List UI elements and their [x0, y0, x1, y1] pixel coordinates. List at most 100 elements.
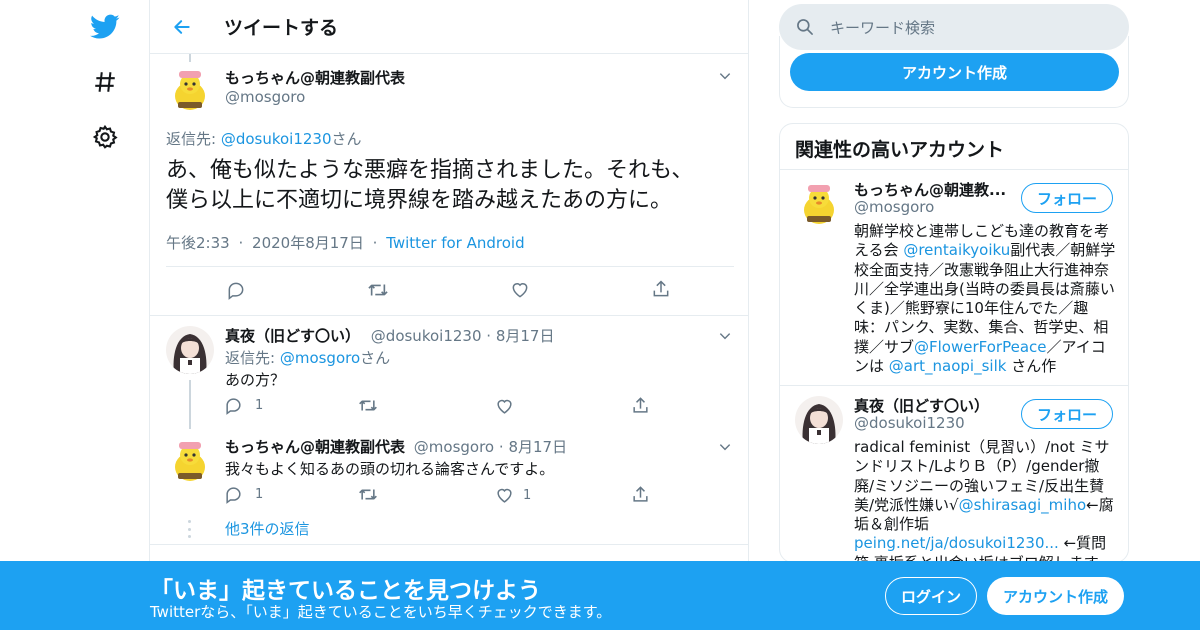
- bio-link[interactable]: @art_naopi_silk: [889, 357, 1007, 375]
- retweet-button[interactable]: [358, 485, 378, 504]
- twitter-bird-icon[interactable]: [86, 8, 124, 46]
- reply-tweet[interactable]: 真夜（旧どす〇い） @dosukoi1230 · 8月17日 返信先: @mos…: [150, 316, 748, 429]
- tweet-text: あ、俺も似たような悪癖を指摘されました。それも、 僕ら以上に不適切に境界線を踏み…: [166, 156, 736, 216]
- author-handle[interactable]: @mosgoro: [414, 438, 494, 456]
- banner-subtitle: Twitterなら、「いま」起きていることをいち早くチェックできます。: [150, 603, 612, 621]
- reply-icon: [226, 398, 241, 415]
- tweet-date[interactable]: 8月17日: [508, 438, 567, 456]
- reply-to-link[interactable]: @dosukoi1230: [221, 130, 332, 148]
- account-handle[interactable]: @mosgoro: [854, 198, 934, 216]
- retweet-icon: [359, 400, 377, 411]
- divider: [166, 266, 734, 267]
- chevron-down-icon[interactable]: [715, 66, 735, 86]
- login-button[interactable]: ログイン: [885, 577, 977, 615]
- account-name[interactable]: もっちゃん@朝連教...: [854, 179, 1006, 200]
- show-more-replies-link[interactable]: 他3件の返信: [225, 518, 310, 539]
- left-nav: [0, 0, 150, 630]
- reply-count: 1: [255, 487, 264, 502]
- tweet-text-line: あ、俺も似たような悪癖を指摘されました。それも、: [166, 158, 694, 183]
- author-handle[interactable]: @dosukoi1230: [371, 327, 482, 345]
- bio-link[interactable]: @shirasagi_miho: [959, 496, 1087, 514]
- reply-tweet[interactable]: もっちゃん@朝連教副代表 @mosgoro · 8月17日 我々もよく知るあの頭…: [150, 429, 748, 519]
- heart-icon: [497, 488, 512, 503]
- tweet-date[interactable]: 8月17日: [496, 327, 555, 345]
- avatar[interactable]: [795, 396, 843, 444]
- tweet-text: 我々もよく知るあの頭の切れる論客さんですよ。: [225, 460, 555, 478]
- share-button[interactable]: [631, 485, 650, 504]
- tweet-actions: [150, 276, 748, 306]
- bio-link[interactable]: @FlowerForPeace: [914, 338, 1046, 356]
- meta-separator: ·: [486, 327, 492, 345]
- like-count: 1: [523, 488, 532, 503]
- chevron-down-icon[interactable]: [715, 326, 735, 346]
- tweet-date[interactable]: 2020年8月17日: [252, 234, 364, 252]
- reply-to-suffix: さん: [360, 349, 391, 367]
- reply-icon: [226, 487, 241, 504]
- follow-button[interactable]: フォロー: [1021, 399, 1113, 429]
- tweet-text-line: 僕ら以上に不適切に境界線を踏み越えたあの方に。: [166, 188, 673, 213]
- retweet-button[interactable]: [367, 280, 389, 300]
- signup-banner: 「いま」起きていることを見つけよう Twitterなら、「いま」起きていることを…: [0, 561, 1200, 630]
- share-icon: [653, 280, 669, 297]
- account-handle[interactable]: @dosukoi1230: [854, 414, 965, 432]
- reply-header: もっちゃん@朝連教副代表 @mosgoro · 8月17日: [225, 436, 567, 457]
- bio-link[interactable]: @rentaikyoiku: [903, 241, 1010, 259]
- account-bio: 朝鮮学校と連帯しこども達の教育を考える会 @rentaikyoiku副代表／朝鮮…: [854, 222, 1116, 376]
- reply-to-link[interactable]: @mosgoro: [280, 349, 360, 367]
- account-name[interactable]: 真夜（旧どす〇い）: [854, 395, 989, 416]
- reply-to: 返信先: @dosukoi1230さん: [166, 128, 362, 149]
- like-button[interactable]: 1: [495, 486, 531, 505]
- share-icon: [633, 397, 648, 413]
- author-name[interactable]: もっちゃん@朝連教副代表: [225, 438, 405, 456]
- bio-text: さん作: [1006, 357, 1057, 376]
- reply-to: 返信先: @mosgoroさん: [225, 347, 390, 368]
- gear-icon[interactable]: [86, 118, 124, 156]
- page-title: ツイートする: [224, 17, 339, 39]
- avatar[interactable]: [166, 437, 214, 485]
- divider: [150, 544, 748, 545]
- reply-button[interactable]: 1: [224, 396, 263, 415]
- author-name[interactable]: もっちゃん@朝連教副代表: [225, 67, 405, 88]
- banner-title: 「いま」起きていることを見つけよう: [150, 578, 541, 604]
- like-button[interactable]: [495, 397, 514, 416]
- banner-signup-button[interactable]: アカウント作成: [987, 577, 1124, 615]
- reply-icon: [228, 282, 244, 300]
- back-button[interactable]: [164, 9, 200, 45]
- search-placeholder: キーワード検索: [830, 19, 936, 37]
- follow-button[interactable]: フォロー: [1021, 183, 1113, 213]
- related-accounts-card: 関連性の高いアカウント もっちゃん@朝連教... @mosgoro フォロー 朝…: [779, 123, 1129, 563]
- heart-icon: [497, 399, 512, 414]
- search-icon: [797, 19, 813, 35]
- reply-button[interactable]: [226, 280, 246, 300]
- page-header: ツイートする: [150, 0, 748, 54]
- meta-separator: ·: [372, 234, 378, 252]
- account-bio: radical feminist（見習い）/not ミサンドリスト/LよりＢ（P…: [854, 438, 1116, 562]
- hashtag-icon[interactable]: [86, 63, 124, 101]
- search-input[interactable]: キーワード検索: [779, 4, 1129, 50]
- like-button[interactable]: [510, 280, 530, 300]
- reply-to-label: 返信先:: [166, 130, 221, 148]
- meta-separator: ·: [498, 438, 504, 456]
- avatar[interactable]: [795, 180, 843, 228]
- retweet-icon: [359, 489, 377, 500]
- share-button[interactable]: [651, 279, 671, 299]
- tweet-time[interactable]: 午後2:33: [166, 234, 230, 252]
- share-button[interactable]: [631, 396, 650, 415]
- arrow-left-icon: [174, 19, 190, 34]
- create-account-button[interactable]: アカウント作成: [790, 53, 1119, 91]
- tweet-source[interactable]: Twitter for Android: [386, 234, 524, 252]
- reply-to-suffix: さん: [331, 130, 362, 148]
- reply-to-label: 返信先:: [225, 349, 280, 367]
- avatar[interactable]: [166, 326, 214, 374]
- tweet-text: あの方？: [225, 371, 286, 389]
- bio-link[interactable]: peing.net/ja/dosukoi1230...: [854, 534, 1059, 552]
- author-handle[interactable]: @mosgoro: [225, 88, 305, 106]
- retweet-button[interactable]: [358, 396, 378, 415]
- chevron-down-icon[interactable]: [715, 437, 735, 457]
- reply-button[interactable]: 1: [224, 485, 263, 504]
- divider: [780, 385, 1128, 386]
- avatar[interactable]: [166, 66, 214, 114]
- main-tweet: もっちゃん@朝連教副代表 @mosgoro 返信先: @dosukoi1230さ…: [150, 54, 748, 316]
- author-name[interactable]: 真夜（旧どす〇い）: [225, 327, 360, 345]
- heart-icon: [512, 283, 528, 298]
